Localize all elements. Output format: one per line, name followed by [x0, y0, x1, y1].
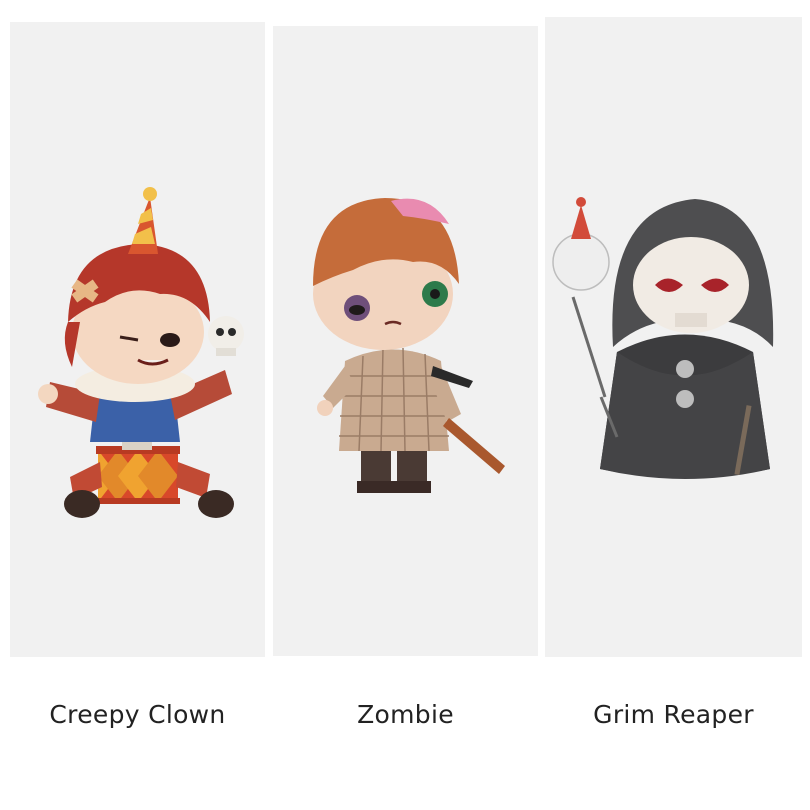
figure-name-creepy-clown: Creepy Clown	[49, 700, 226, 729]
figure-card-zombie	[273, 26, 538, 656]
creepy-clown-figure-image	[38, 187, 244, 518]
grim-reaper-figure-image	[552, 197, 774, 479]
figure-card-creepy-clown	[10, 22, 265, 657]
figure-name-grim-reaper: Grim Reaper	[593, 700, 754, 729]
figure-card-grim-reaper	[545, 17, 802, 657]
figure-name-zombie: Zombie	[357, 700, 454, 729]
zombie-figure-image	[313, 198, 505, 493]
